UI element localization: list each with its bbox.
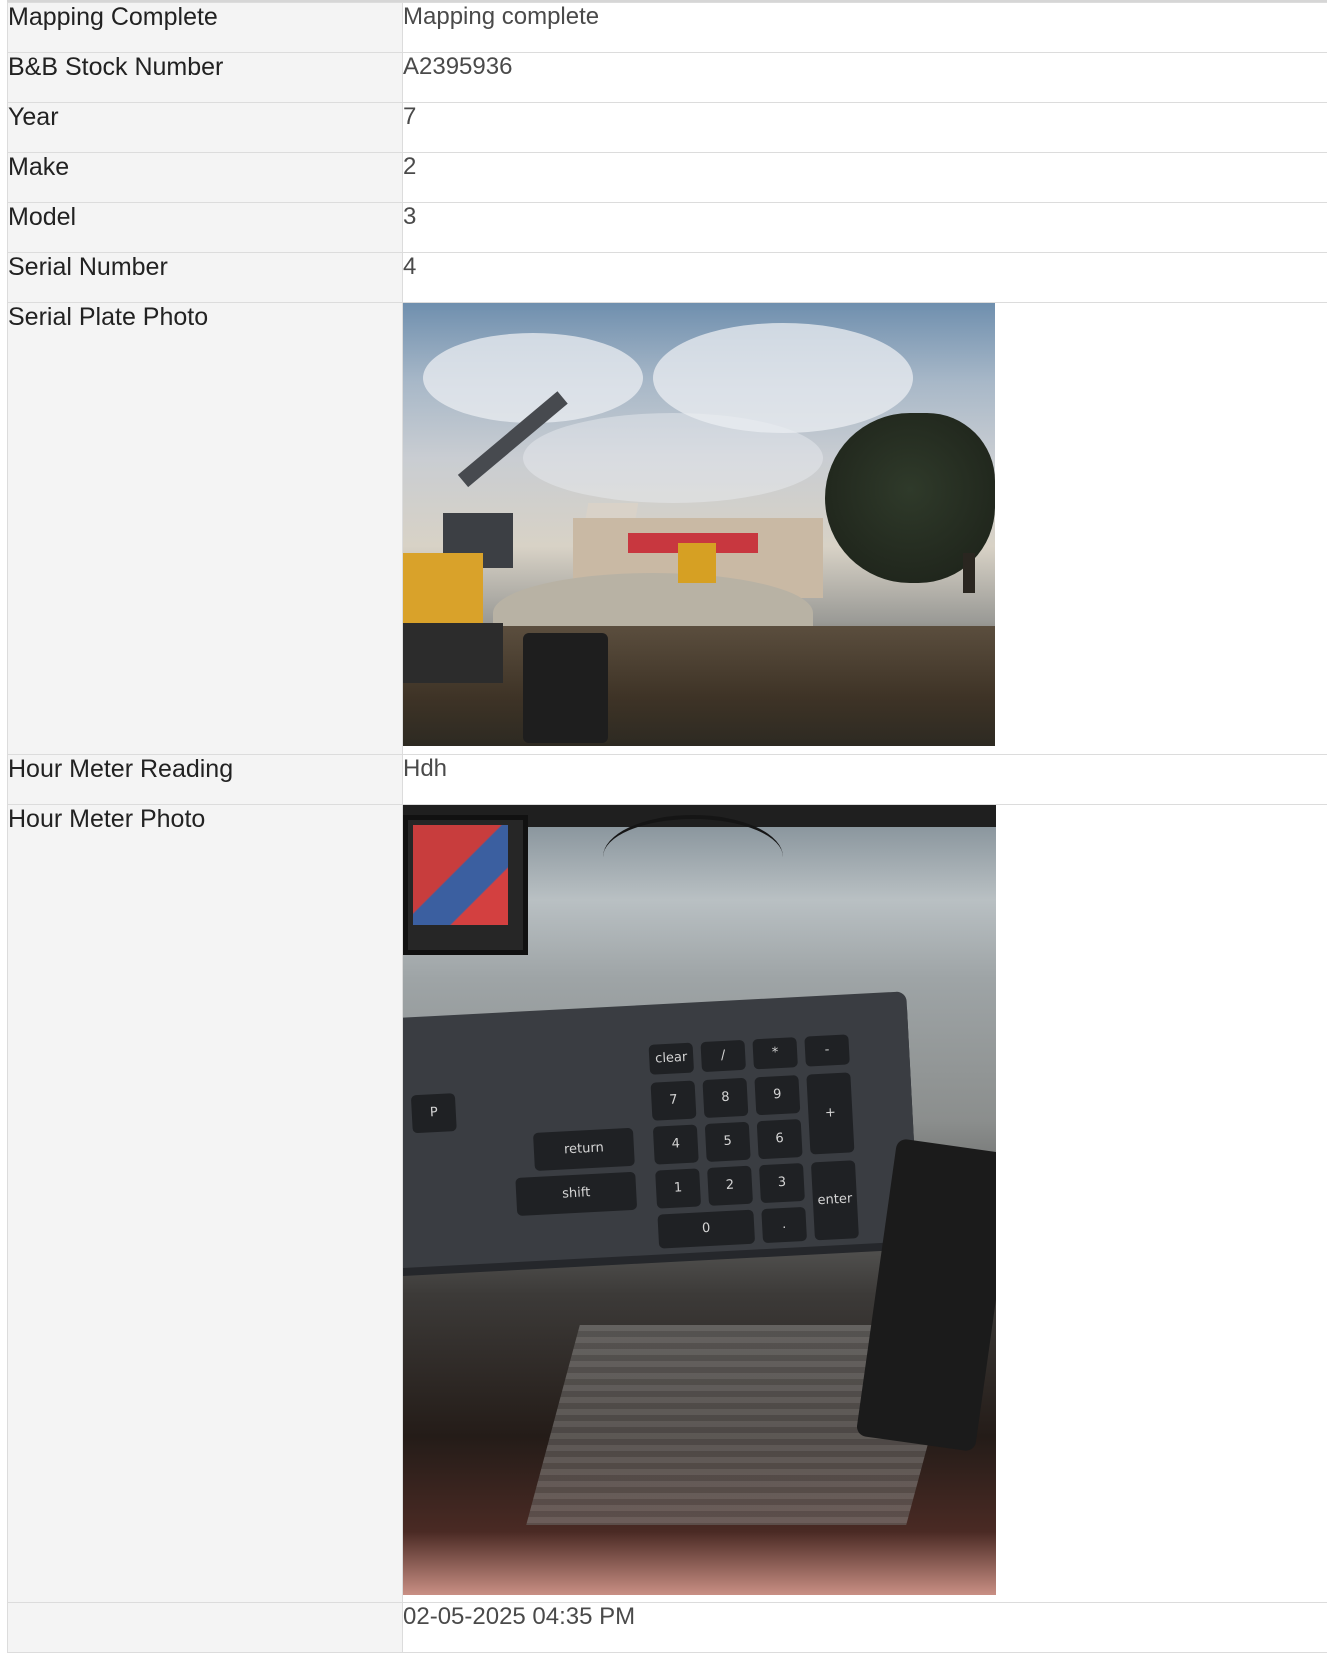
key: shift — [515, 1172, 637, 1216]
field-label: Model — [8, 203, 403, 253]
key: 8 — [702, 1078, 748, 1118]
timestamp-value: 02-05-2025 04:35 PM — [403, 1603, 1327, 1653]
photo-cell — [403, 303, 1327, 755]
hour-meter-photo[interactable]: clear / * - 7 8 9 + 4 5 6 1 2 — [403, 805, 996, 1595]
distant-excavator — [678, 543, 716, 583]
field-label: Hour Meter Reading — [8, 755, 403, 805]
field-value: Mapping complete — [403, 3, 1327, 53]
key: / — [700, 1040, 746, 1072]
cloud — [523, 413, 823, 503]
key: + — [806, 1072, 854, 1154]
key: enter — [811, 1160, 859, 1240]
key: return — [533, 1128, 635, 1171]
row-serial-number: Serial Number 4 — [8, 253, 1327, 303]
field-value: 4 — [403, 253, 1327, 303]
field-label: Mapping Complete — [8, 3, 403, 53]
row-year: Year 7 — [8, 103, 1327, 153]
field-value: 7 — [403, 103, 1327, 153]
field-label: Year — [8, 103, 403, 153]
field-label: Hour Meter Photo — [8, 805, 403, 1603]
keyboard: clear / * - 7 8 9 + 4 5 6 1 2 — [403, 991, 919, 1268]
monitor — [403, 815, 528, 955]
key: 5 — [705, 1122, 751, 1162]
details-table: Mapping Complete Mapping complete B&B St… — [7, 2, 1327, 1653]
row-serial-plate-photo: Serial Plate Photo — [8, 303, 1327, 755]
monitor-screen — [413, 825, 508, 925]
key: clear — [649, 1043, 695, 1075]
field-label: Make — [8, 153, 403, 203]
excavator-body — [403, 553, 483, 633]
cloud — [423, 333, 643, 423]
row-mapping-complete: Mapping Complete Mapping complete — [8, 3, 1327, 53]
field-label: Serial Plate Photo — [8, 303, 403, 755]
field-value: 3 — [403, 203, 1327, 253]
key: 9 — [754, 1075, 800, 1115]
row-hour-meter-photo: Hour Meter Photo clear / * - 7 — [8, 805, 1327, 1603]
key: 4 — [653, 1124, 699, 1164]
cable — [603, 815, 783, 899]
bucket-attachment — [523, 633, 608, 743]
field-value: A2395936 — [403, 53, 1327, 103]
field-label: B&B Stock Number — [8, 53, 403, 103]
key: 2 — [707, 1166, 753, 1206]
tree-trunk — [963, 553, 975, 593]
key: P — [411, 1093, 457, 1133]
key: 0 — [657, 1210, 755, 1249]
details-sheet: Mapping Complete Mapping complete B&B St… — [7, 0, 1327, 1653]
row-model: Model 3 — [8, 203, 1327, 253]
photo-cell: clear / * - 7 8 9 + 4 5 6 1 2 — [403, 805, 1327, 1603]
key: 7 — [651, 1081, 697, 1121]
key: 1 — [655, 1168, 701, 1208]
key: . — [761, 1207, 807, 1243]
row-stock-number: B&B Stock Number A2395936 — [8, 53, 1327, 103]
serial-plate-photo[interactable] — [403, 303, 995, 746]
key: 6 — [757, 1119, 803, 1159]
row-timestamp: 02-05-2025 04:35 PM — [8, 1603, 1327, 1653]
row-hour-meter-reading: Hour Meter Reading Hdh — [8, 755, 1327, 805]
field-label — [8, 1603, 403, 1653]
field-value: Hdh — [403, 755, 1327, 805]
key: * — [752, 1037, 798, 1069]
key: - — [804, 1034, 850, 1066]
field-value: 2 — [403, 153, 1327, 203]
key: 3 — [759, 1163, 805, 1203]
excavator-track — [403, 623, 503, 683]
row-make: Make 2 — [8, 153, 1327, 203]
field-label: Serial Number — [8, 253, 403, 303]
